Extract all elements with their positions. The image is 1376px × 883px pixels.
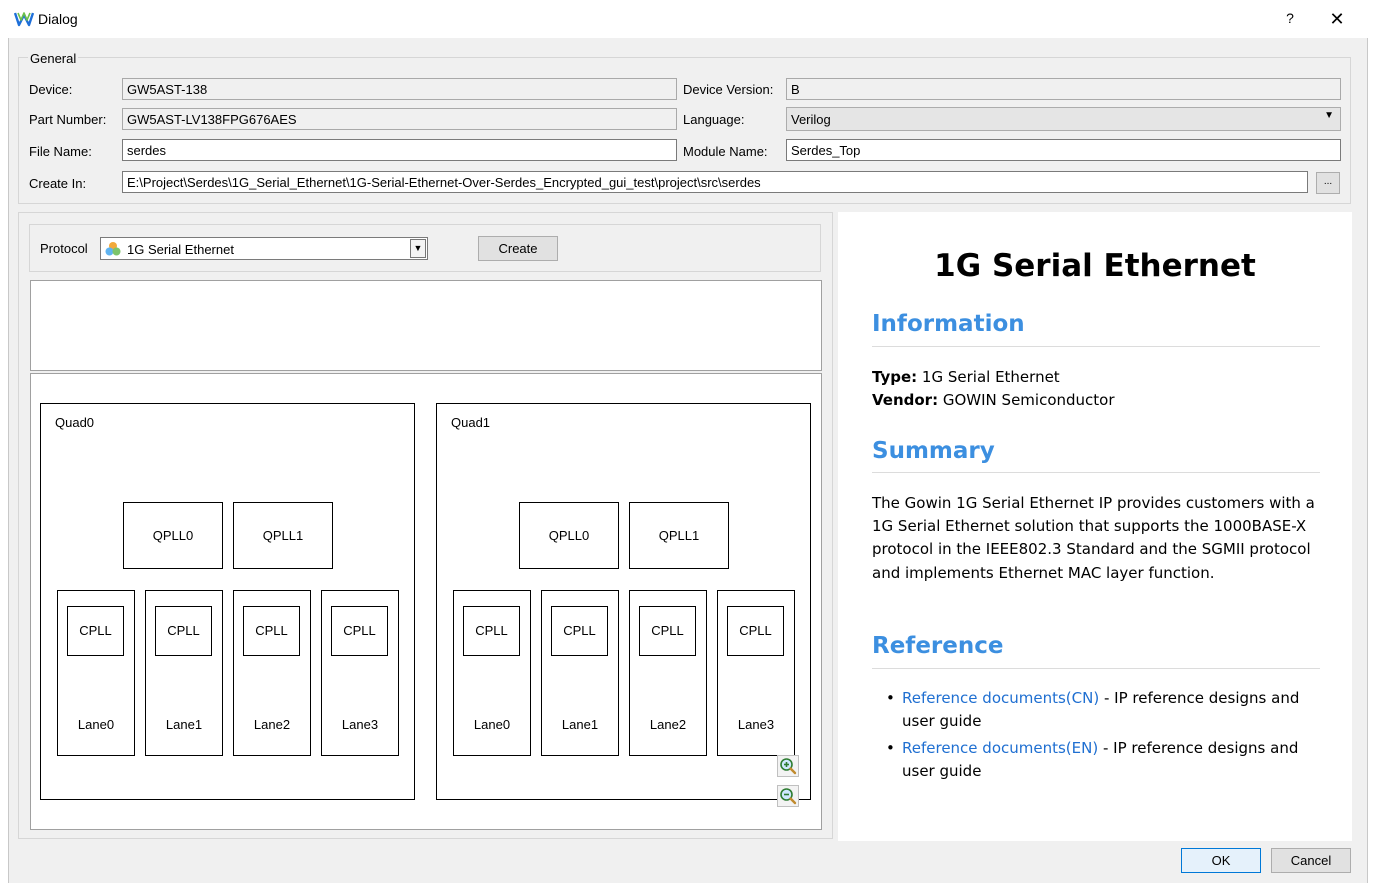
file-name-input[interactable]: serdes	[122, 139, 677, 161]
quad1-box: Quad1 QPLL0 QPLL1 CPLL Lane0 CPLL Lane1 …	[436, 403, 811, 800]
part-number-field: GW5AST-LV138FPG676AES	[122, 108, 677, 130]
summary-heading: Summary	[872, 438, 995, 464]
lane-label: Lane0	[473, 717, 511, 732]
device-version-field: B	[786, 78, 1341, 100]
lane-label: Lane0	[77, 717, 115, 732]
lane-label: Lane2	[253, 717, 291, 732]
module-name-label: Module Name:	[683, 144, 768, 159]
quad0-box: Quad0 QPLL0 QPLL1 CPLL Lane0 CPLL Lane1 …	[40, 403, 415, 800]
qpll0-box[interactable]: QPLL0	[123, 502, 223, 569]
lane3-box[interactable]: CPLL Lane3	[321, 590, 399, 756]
message-area	[30, 280, 822, 371]
lane1-box[interactable]: CPLL Lane1	[541, 590, 619, 756]
quad-title: Quad0	[55, 415, 95, 430]
type-line: Type: 1G Serial Ethernet	[872, 368, 1060, 386]
create-in-label: Create In:	[29, 176, 87, 191]
lane2-box[interactable]: CPLL Lane2	[233, 590, 311, 756]
lane1-box[interactable]: CPLL Lane1	[145, 590, 223, 756]
section-divider	[872, 346, 1320, 347]
info-title: 1G Serial Ethernet	[934, 248, 1256, 284]
reference-link-cn[interactable]: Reference documents(CN)	[902, 689, 1099, 707]
cancel-button[interactable]: Cancel	[1271, 848, 1351, 873]
information-heading: Information	[872, 311, 1025, 337]
bullet-icon: •	[886, 689, 895, 707]
protocol-value: 1G Serial Ethernet	[127, 242, 234, 257]
zoom-in-icon[interactable]	[777, 755, 799, 777]
cpll-box[interactable]: CPLL	[551, 606, 608, 656]
summary-text: The Gowin 1G Serial Ethernet IP provides…	[872, 494, 1315, 582]
vendor-label: Vendor:	[872, 391, 939, 409]
device-version-label: Device Version:	[683, 82, 774, 97]
cpll-box[interactable]: CPLL	[331, 606, 388, 656]
lane-label: Lane3	[341, 717, 379, 732]
lane0-box[interactable]: CPLL Lane0	[453, 590, 531, 756]
type-label: Type:	[872, 368, 918, 386]
part-number-label: Part Number:	[29, 112, 107, 127]
file-name-label: File Name:	[29, 144, 92, 159]
lane-label: Lane2	[649, 717, 687, 732]
cpll-box[interactable]: CPLL	[727, 606, 784, 656]
lane-label: Lane3	[737, 717, 775, 732]
lane-label: Lane1	[561, 717, 599, 732]
module-name-input[interactable]: Serdes_Top	[786, 139, 1341, 161]
vendor-line: Vendor: GOWIN Semiconductor	[872, 391, 1115, 409]
language-label: Language:	[683, 112, 745, 127]
cpll-box[interactable]: CPLL	[243, 606, 300, 656]
gowin-logo-icon	[14, 12, 34, 27]
qpll1-box[interactable]: QPLL1	[629, 502, 729, 569]
vendor-value: GOWIN Semiconductor	[942, 391, 1115, 409]
lane3-box[interactable]: CPLL Lane3	[717, 590, 795, 756]
create-button[interactable]: Create	[478, 236, 558, 261]
quad-title: Quad1	[451, 415, 491, 430]
browse-button[interactable]: ...	[1316, 172, 1340, 194]
qpll1-box[interactable]: QPLL1	[233, 502, 333, 569]
lane2-box[interactable]: CPLL Lane2	[629, 590, 707, 756]
section-divider	[872, 472, 1320, 473]
protocol-select[interactable]: 1G Serial Ethernet ▼	[100, 237, 428, 260]
chevron-down-icon[interactable]: ▼	[410, 239, 426, 258]
cpll-box[interactable]: CPLL	[463, 606, 520, 656]
close-button[interactable]: ✕	[1326, 9, 1348, 31]
title-bar: Dialog ? ✕	[0, 0, 1376, 38]
bullet-icon: •	[886, 739, 895, 757]
window-title: Dialog	[38, 11, 78, 27]
help-button[interactable]: ?	[1282, 10, 1298, 28]
cpll-box[interactable]: CPLL	[67, 606, 124, 656]
cpll-box[interactable]: CPLL	[155, 606, 212, 656]
lane0-box[interactable]: CPLL Lane0	[57, 590, 135, 756]
ok-button[interactable]: OK	[1181, 848, 1261, 873]
general-group-title: General	[28, 51, 79, 66]
language-value: Verilog	[791, 112, 831, 127]
zoom-out-icon[interactable]	[777, 785, 799, 807]
chevron-down-icon: ▼	[1324, 110, 1334, 121]
device-label: Device:	[29, 82, 73, 97]
section-divider	[872, 668, 1320, 669]
cpll-box[interactable]: CPLL	[639, 606, 696, 656]
ip-core-icon	[105, 242, 121, 256]
language-select[interactable]: Verilog ▼	[786, 107, 1341, 131]
protocol-label: Protocol	[40, 241, 88, 256]
reference-heading: Reference	[872, 633, 1004, 659]
reference-link-en[interactable]: Reference documents(EN)	[902, 739, 1098, 757]
device-field: GW5AST-138	[122, 78, 677, 100]
qpll0-box[interactable]: QPLL0	[519, 502, 619, 569]
create-in-input[interactable]: E:\Project\Serdes\1G_Serial_Ethernet\1G-…	[122, 171, 1308, 193]
type-value: 1G Serial Ethernet	[921, 368, 1060, 386]
lane-label: Lane1	[165, 717, 203, 732]
